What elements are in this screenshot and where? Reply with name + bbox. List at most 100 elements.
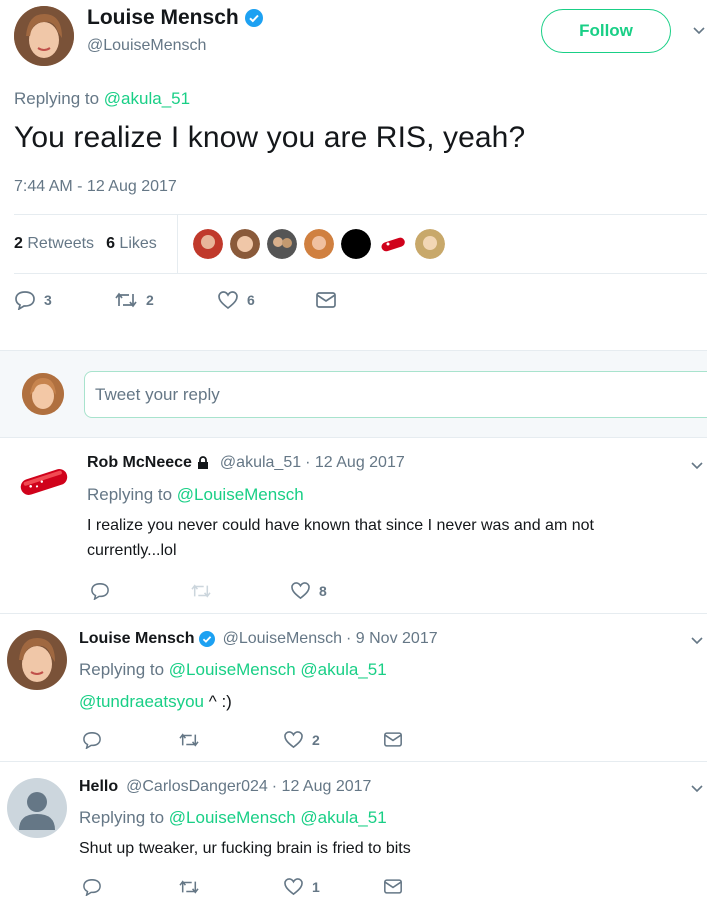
replying-to-link[interactable]: @akula_51: [104, 89, 190, 108]
replying-to: Replying to @LouiseMensch @akula_51: [79, 660, 387, 680]
liker-avatar[interactable]: [193, 229, 223, 259]
tweet-date[interactable]: · 12 Aug 2017: [272, 778, 372, 796]
liker-avatar[interactable]: [415, 229, 445, 259]
tweet-text: Shut up tweaker, ur fucking brain is fri…: [79, 840, 411, 857]
reply-header: Louise Mensch @LouiseMensch · 9 Nov 2017: [79, 630, 438, 648]
likes-count: 6: [106, 235, 115, 252]
retweet-icon: [115, 292, 137, 308]
lock-icon: [197, 456, 208, 469]
like-count: 1: [312, 878, 320, 895]
chevron-down-icon[interactable]: [690, 782, 704, 796]
replying-to: Replying to @LouiseMensch @akula_51: [79, 808, 387, 828]
retweets-stat[interactable]: 2 Retweets: [14, 235, 94, 253]
retweet-count: 2: [146, 292, 154, 308]
author-name[interactable]: Louise Mensch: [87, 6, 263, 30]
envelope-icon: [384, 879, 402, 894]
author-handle[interactable]: @LouiseMensch: [223, 630, 342, 648]
mention-link[interactable]: @tundraeatsyou: [79, 692, 204, 711]
avatar: [22, 373, 64, 415]
author-handle[interactable]: @CarlosDanger024: [126, 778, 268, 796]
tweet-actions: 2: [82, 730, 403, 749]
liker-avatar[interactable]: [267, 229, 297, 259]
like-action[interactable]: 1: [283, 877, 383, 896]
tweet-date[interactable]: · 12 Aug 2017: [305, 454, 405, 472]
reply-tweet[interactable]: Rob McNeece @akula_51 · 12 Aug 2017 Repl…: [0, 438, 707, 614]
default-profile-icon: [7, 778, 67, 838]
retweet-icon: [179, 732, 199, 747]
heart-icon: [284, 731, 303, 749]
reply-action[interactable]: [82, 731, 178, 749]
avatar[interactable]: [7, 630, 67, 690]
reply-icon: [15, 291, 35, 310]
like-action[interactable]: 6: [217, 290, 315, 310]
author-name[interactable]: Rob McNeece: [87, 454, 192, 472]
message-action[interactable]: [383, 878, 403, 895]
retweet-action[interactable]: 2: [114, 290, 217, 310]
divider: [177, 214, 178, 273]
author-name[interactable]: Louise Mensch: [79, 630, 195, 648]
heart-icon: [284, 878, 303, 896]
reply-composer: Tweet your reply: [0, 350, 707, 438]
retweets-label: Retweets: [27, 235, 95, 252]
liker-avatar[interactable]: [378, 229, 408, 259]
replying-to-link[interactable]: @LouiseMensch @akula_51: [169, 660, 387, 679]
red-pill-icon: [14, 452, 74, 512]
reply-action[interactable]: [90, 582, 190, 600]
chevron-down-icon[interactable]: [690, 459, 704, 473]
reply-icon: [83, 878, 101, 896]
liker-avatar[interactable]: [341, 229, 371, 259]
chevron-down-icon[interactable]: [692, 24, 706, 38]
retweet-icon: [191, 583, 211, 598]
retweet-action[interactable]: [178, 878, 283, 896]
replying-to-link[interactable]: @LouiseMensch @akula_51: [169, 808, 387, 827]
reply-input[interactable]: Tweet your reply: [84, 371, 707, 418]
replying-prefix: Replying to: [87, 485, 173, 504]
like-count: 2: [312, 731, 320, 748]
replying-to: Replying to @LouiseMensch: [87, 485, 304, 505]
message-action[interactable]: [383, 731, 403, 748]
avatar[interactable]: [7, 778, 67, 838]
retweets-count: 2: [14, 235, 23, 252]
like-action[interactable]: 2: [283, 730, 383, 749]
tweet-actions: 3 2 6: [14, 290, 337, 310]
follow-button[interactable]: Follow: [541, 9, 671, 53]
author-handle[interactable]: @LouiseMensch: [87, 37, 206, 55]
likes-stat[interactable]: 6 Likes: [106, 235, 157, 253]
likes-label: Likes: [119, 235, 157, 252]
retweet-action-disabled: [190, 582, 290, 600]
divider: [14, 214, 707, 215]
reply-tweet[interactable]: Hello @CarlosDanger024 · 12 Aug 2017 Rep…: [0, 762, 707, 897]
reply-icon: [91, 582, 109, 600]
reply-action[interactable]: 3: [14, 290, 114, 310]
liker-avatar[interactable]: [230, 229, 260, 259]
reply-tweet[interactable]: Louise Mensch @LouiseMensch · 9 Nov 2017…: [0, 614, 707, 762]
retweet-icon: [179, 879, 199, 894]
heart-icon: [218, 291, 238, 310]
replying-to-link[interactable]: @LouiseMensch: [177, 485, 304, 504]
message-action[interactable]: [315, 291, 337, 309]
tweet-text-body: ^ :): [204, 692, 232, 711]
tweet-actions: 8: [90, 581, 327, 600]
envelope-icon: [316, 292, 336, 308]
avatar[interactable]: [14, 6, 74, 66]
tweet-timestamp[interactable]: 7:44 AM - 12 Aug 2017: [14, 178, 177, 196]
tweet-text: @tundraeatsyou ^ :): [79, 689, 232, 714]
author-name[interactable]: Hello: [79, 778, 118, 796]
like-action[interactable]: 8: [290, 581, 327, 600]
author-name-text[interactable]: Louise Mensch: [87, 6, 239, 30]
reply-icon: [83, 731, 101, 749]
author-handle[interactable]: @akula_51: [220, 454, 301, 472]
tweet-date[interactable]: · 9 Nov 2017: [346, 630, 438, 648]
reply-action[interactable]: [82, 878, 178, 896]
like-count: 8: [319, 582, 327, 599]
reply-header: Rob McNeece @akula_51 · 12 Aug 2017: [87, 454, 405, 472]
avatar[interactable]: [14, 452, 74, 512]
replying-to: Replying to @akula_51: [14, 89, 190, 109]
chevron-down-icon[interactable]: [690, 634, 704, 648]
retweet-action[interactable]: [178, 731, 283, 749]
likers-avatars: [193, 229, 445, 259]
reply-count: 3: [44, 292, 52, 308]
tweet-text: You realize I know you are RIS, yeah?: [14, 121, 526, 154]
liker-avatar[interactable]: [304, 229, 334, 259]
heart-icon: [291, 582, 310, 600]
